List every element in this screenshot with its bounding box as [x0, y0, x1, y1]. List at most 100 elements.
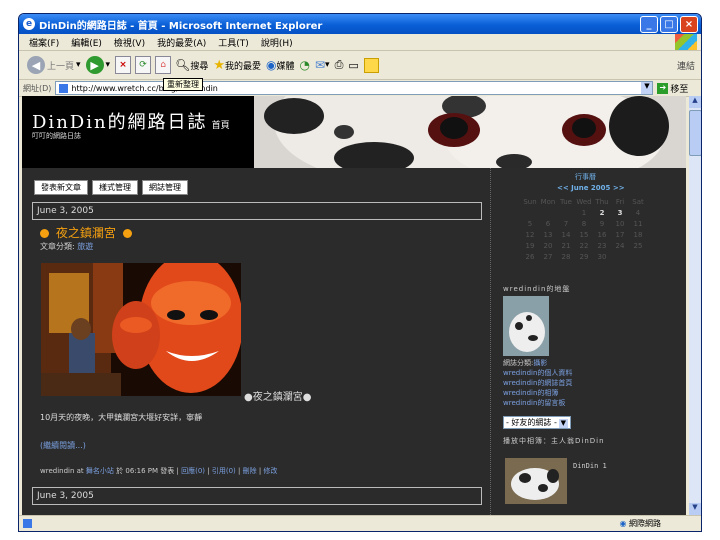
page-content: DinDin的網路日誌 首頁 叮叮的網路日誌 發表新文章 樣式管理 網誌管理 J… [22, 96, 686, 515]
blog-subtitle: 叮叮的網路日誌 [32, 132, 81, 140]
profile-category-link[interactable]: 攝影 [533, 359, 547, 367]
toolbar: ◀ 上一頁 ▾ ▶ ▾ × ⟳ ⌂ 🔍︎ 搜尋 ★ 我的最愛 ◉ 媒體 ◔ ✉ ▾ ⎙… [19, 51, 701, 91]
category-link[interactable]: 旅遊 [77, 242, 93, 251]
album-photo[interactable] [505, 458, 567, 504]
ie-icon: e [23, 18, 35, 30]
star-icon: ★ [213, 57, 225, 73]
menu-bar: 檔案(F) 編輯(E) 檢視(V) 我的最愛(A) 工具(T) 說明(H) [19, 34, 701, 51]
calendar-day: 22 [579, 241, 589, 250]
history-icon: ◔ [299, 58, 310, 72]
close-button[interactable]: × [680, 16, 698, 33]
profile-heading: wredindin的地盤 [503, 285, 571, 293]
print-button[interactable]: ⎙ [335, 58, 344, 72]
reply-link[interactable]: 回應(0) [181, 467, 205, 475]
links-label[interactable]: 連結 [677, 59, 695, 72]
address-dropdown-icon[interactable]: ▼ [641, 82, 653, 94]
menu-view[interactable]: 檢視(V) [114, 36, 145, 49]
calendar-day: 12 [525, 230, 535, 239]
calendar-day: 8 [581, 219, 587, 228]
calendar-day: 18 [633, 230, 643, 239]
browser-window: e DinDin的網路日誌 - 首頁 - Microsoft Internet … [18, 13, 702, 532]
back-button[interactable]: ◀ 上一頁 ▾ [27, 56, 81, 74]
calendar-day: 20 [543, 241, 553, 250]
cite-link[interactable]: 引用(0) [212, 467, 236, 475]
weekday: Wed [576, 197, 592, 206]
separator: | [207, 467, 210, 475]
calendar-day[interactable]: 3 [611, 207, 629, 218]
guestbook-link[interactable]: wredindin的留言板 [503, 398, 572, 408]
separator: | [258, 467, 262, 475]
edit-link[interactable]: 修改 [263, 467, 277, 475]
profile-photo[interactable] [503, 296, 549, 356]
new-post-button[interactable]: 發表新文章 [34, 180, 88, 195]
maximize-button[interactable]: □ [660, 16, 678, 33]
media-label: 媒體 [276, 61, 295, 72]
media-button[interactable]: ◉ 媒體 [266, 58, 295, 72]
refresh-icon[interactable]: ⟳ [135, 56, 152, 74]
menu-file[interactable]: 檔案(F) [29, 36, 59, 49]
go-arrow-icon: ➔ [657, 82, 669, 94]
back-arrow-icon: ◀ [27, 56, 45, 74]
menu-edit[interactable]: 編輯(E) [71, 36, 102, 49]
favorites-label: 我的最愛 [224, 61, 261, 72]
menu-tools[interactable]: 工具(T) [218, 36, 249, 49]
back-label: 上一頁 [47, 61, 75, 72]
note-icon [363, 57, 379, 73]
mail-button[interactable]: ✉ ▾ [315, 58, 330, 72]
post-excerpt: 10月天的夜晚，大甲鎮瀾宮大堰好安詳，寧靜 [40, 413, 203, 422]
style-manage-button[interactable]: 樣式管理 [92, 180, 138, 195]
weekday: Tue [560, 197, 572, 206]
favorites-button[interactable]: ★ 我的最愛 [213, 58, 261, 73]
scroll-thumb[interactable] [689, 110, 701, 156]
calendar-nav[interactable]: << June 2005 >> [557, 184, 625, 192]
weekday: Sat [632, 197, 644, 206]
blog-manage-button[interactable]: 網誌管理 [142, 180, 188, 195]
calendar-title: 行事曆 [575, 173, 596, 181]
calendar-day: 7 [563, 219, 569, 228]
go-label: 移至 [670, 84, 689, 95]
stop-icon[interactable]: × [115, 56, 132, 74]
forward-button[interactable]: ▶ ▾ [85, 56, 110, 74]
delete-link[interactable]: 刪除 [243, 467, 257, 475]
friends-select[interactable]: - 好友的網誌 - ▼ [503, 410, 571, 429]
messenger-button[interactable] [363, 57, 379, 73]
go-button[interactable]: ➔ 移至 [657, 82, 688, 95]
calendar-day: 9 [599, 219, 605, 228]
scroll-up-icon[interactable]: ▲ [689, 96, 701, 108]
blog-actions: 發表新文章 樣式管理 網誌管理 [34, 180, 188, 195]
bullet-icon [40, 229, 49, 238]
edit-page-button[interactable]: ▭ [348, 59, 358, 72]
address-field[interactable]: http://www.wretch.cc/blog/wredindin ▼ [55, 81, 654, 95]
vertical-scrollbar[interactable]: ▲ ▼ [689, 96, 701, 515]
history-button[interactable]: ◔ [300, 58, 310, 72]
minimize-button[interactable]: _ [640, 16, 658, 33]
scroll-down-icon[interactable]: ▼ [689, 503, 701, 515]
calendar-day: 23 [597, 241, 607, 250]
calendar-day: 26 [525, 252, 535, 261]
calendar-day [521, 207, 539, 218]
calendar-day: 11 [633, 219, 643, 228]
read-more-link[interactable]: (繼續閱讀...) [40, 440, 86, 451]
chevron-down-icon: ▼ [558, 419, 568, 428]
profile-link[interactable]: wredindin的個人資料 [503, 368, 572, 378]
album-link[interactable]: wredindin的相簿 [503, 388, 572, 398]
forward-arrow-icon: ▶ [85, 56, 104, 74]
menu-help[interactable]: 說明(H) [261, 36, 293, 49]
temple-photo[interactable] [41, 263, 241, 396]
calendar-day[interactable]: 2 [593, 207, 611, 218]
calendar-day [611, 251, 629, 262]
category-prefix: 文章分類: [40, 242, 75, 251]
home-icon[interactable]: ⌂ [155, 56, 172, 74]
home-link[interactable]: 首頁 [212, 121, 230, 131]
search-button[interactable]: 🔍︎ 搜尋 [175, 58, 208, 72]
next-post-date: June 3, 2005 [32, 487, 482, 505]
sidebar: 行事曆 << June 2005 >> Sun Mon Tue Wed Thu … [490, 168, 671, 515]
weekday: Fri [615, 197, 625, 206]
menu-favorites[interactable]: 我的最愛(A) [157, 36, 206, 49]
post-date: June 3, 2005 [32, 202, 482, 220]
post-title[interactable]: 夜之鎮瀾宮 [40, 224, 132, 241]
edit-icon: ▭ [348, 58, 359, 72]
blog-home-link[interactable]: wredindin的網誌首頁 [503, 378, 572, 388]
section-link[interactable]: 舞名小站 [86, 467, 114, 475]
weekday: Thu [595, 197, 609, 206]
